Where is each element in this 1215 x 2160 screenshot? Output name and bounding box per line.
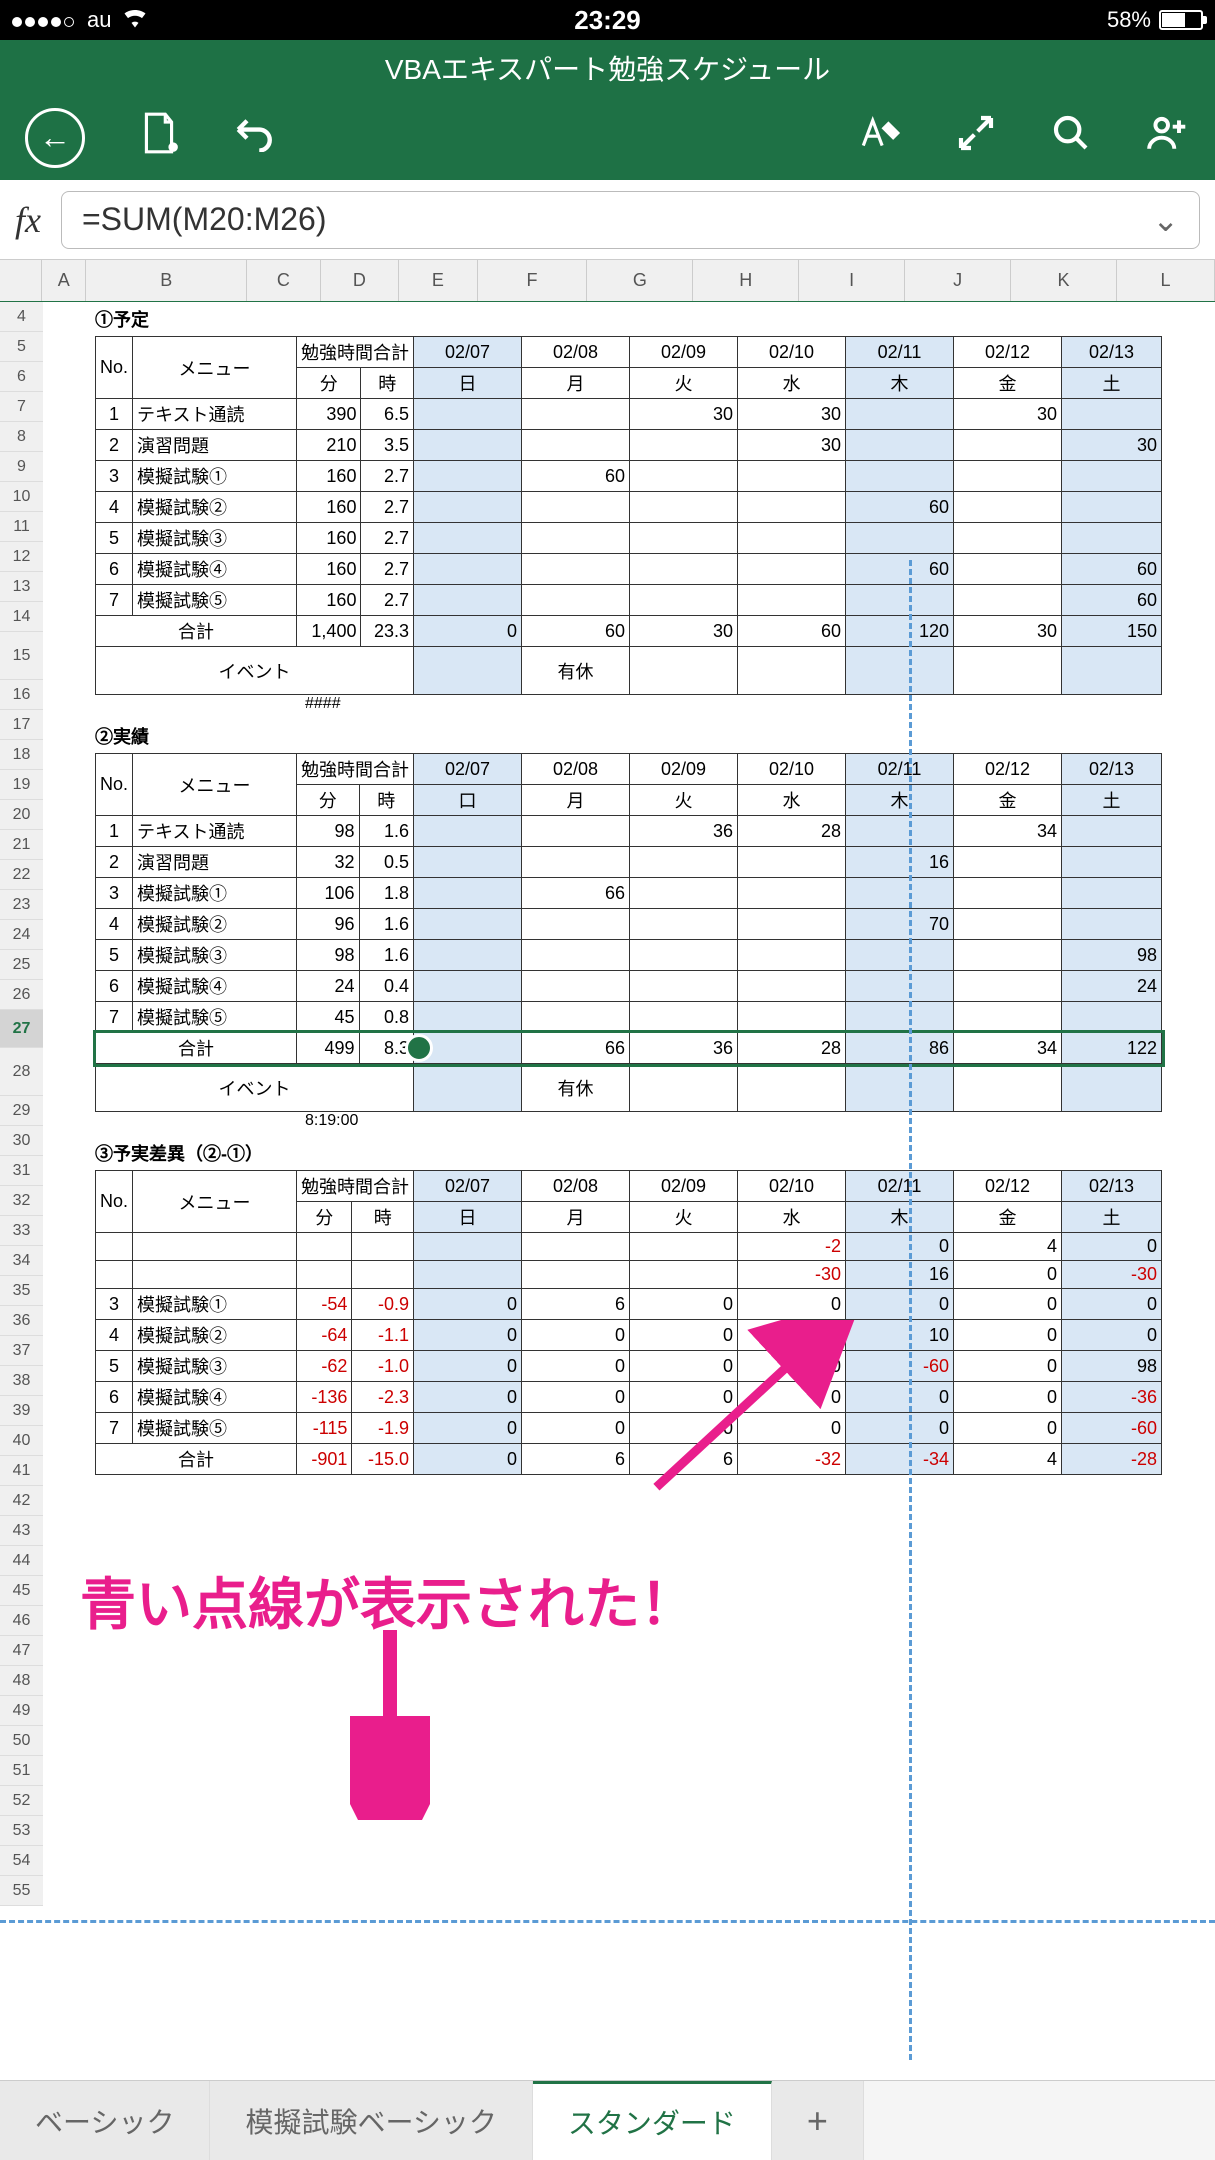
row-header-27[interactable]: 27 — [0, 1010, 43, 1048]
row-header-15[interactable]: 15 — [0, 632, 43, 680]
page-break-horizontal — [0, 1920, 1215, 1923]
row-header-18[interactable]: 18 — [0, 740, 43, 770]
row-header-9[interactable]: 9 — [0, 452, 43, 482]
battery-icon — [1159, 10, 1203, 30]
fx-label: fx — [15, 199, 41, 241]
row-header-12[interactable]: 12 — [0, 542, 43, 572]
row-header-44[interactable]: 44 — [0, 1546, 43, 1576]
status-bar: au 23:29 58% — [0, 0, 1215, 40]
row-header-8[interactable]: 8 — [0, 422, 43, 452]
data-table[interactable]: No.メニュー勉強時間合計02/0702/0802/0902/1002/1102… — [95, 1170, 1162, 1475]
row-header-20[interactable]: 20 — [0, 800, 43, 830]
col-header-K[interactable]: K — [1011, 260, 1117, 301]
col-header-A[interactable]: A — [42, 260, 86, 301]
row-header-11[interactable]: 11 — [0, 512, 43, 542]
row-header-24[interactable]: 24 — [0, 920, 43, 950]
battery-pct-label: 58% — [1107, 7, 1151, 33]
row-header-41[interactable]: 41 — [0, 1456, 43, 1486]
row-header-21[interactable]: 21 — [0, 830, 43, 860]
row-header-46[interactable]: 46 — [0, 1606, 43, 1636]
document-title: VBAエキスパート勉強スケジュール — [0, 40, 1215, 95]
spreadsheet-grid[interactable]: ABCDEFGHIJKL 456789101112131415161718192… — [0, 260, 1215, 2060]
row-header-5[interactable]: 5 — [0, 332, 43, 362]
undo-button[interactable] — [233, 114, 275, 162]
select-all-corner[interactable] — [0, 260, 42, 301]
row-header-16[interactable]: 16 — [0, 680, 43, 710]
row-header-22[interactable]: 22 — [0, 860, 43, 890]
row-header-53[interactable]: 53 — [0, 1816, 43, 1846]
row-header-23[interactable]: 23 — [0, 890, 43, 920]
row-header-6[interactable]: 6 — [0, 362, 43, 392]
row-header-52[interactable]: 52 — [0, 1786, 43, 1816]
row-header-28[interactable]: 28 — [0, 1048, 43, 1096]
col-header-H[interactable]: H — [693, 260, 799, 301]
row-header-36[interactable]: 36 — [0, 1306, 43, 1336]
row-header-42[interactable]: 42 — [0, 1486, 43, 1516]
row-header-13[interactable]: 13 — [0, 572, 43, 602]
row-header-35[interactable]: 35 — [0, 1276, 43, 1306]
add-sheet-button[interactable]: + — [772, 2081, 864, 2160]
wifi-icon — [121, 6, 149, 34]
formula-input[interactable]: =SUM(M20:M26) ⌄ — [61, 191, 1200, 249]
col-header-B[interactable]: B — [86, 260, 247, 301]
data-table[interactable]: No.メニュー勉強時間合計02/0702/0802/0902/1002/1102… — [95, 336, 1162, 695]
sheet-tabs: ベーシック 模擬試験ベーシック スタンダード + — [0, 2080, 1215, 2160]
tab-standard[interactable]: スタンダード — [533, 2081, 772, 2160]
col-header-J[interactable]: J — [905, 260, 1011, 301]
col-header-C[interactable]: C — [247, 260, 321, 301]
row-header-33[interactable]: 33 — [0, 1216, 43, 1246]
row-header-47[interactable]: 47 — [0, 1636, 43, 1666]
col-header-G[interactable]: G — [587, 260, 693, 301]
row-header-37[interactable]: 37 — [0, 1336, 43, 1366]
row-header-49[interactable]: 49 — [0, 1696, 43, 1726]
row-header-43[interactable]: 43 — [0, 1516, 43, 1546]
row-header-17[interactable]: 17 — [0, 710, 43, 740]
row-header-19[interactable]: 19 — [0, 770, 43, 800]
data-table[interactable]: No.メニュー勉強時間合計02/0702/0802/0902/1002/1102… — [95, 753, 1162, 1112]
tab-basic[interactable]: ベーシック — [0, 2081, 210, 2160]
row-header-50[interactable]: 50 — [0, 1726, 43, 1756]
clock-label: 23:29 — [574, 5, 641, 36]
back-button[interactable]: ← — [25, 108, 85, 168]
row-header-38[interactable]: 38 — [0, 1366, 43, 1396]
row-header-51[interactable]: 51 — [0, 1756, 43, 1786]
row-header-7[interactable]: 7 — [0, 392, 43, 422]
section-title: ①予定 — [95, 302, 1162, 336]
row-header-48[interactable]: 48 — [0, 1666, 43, 1696]
row-header-34[interactable]: 34 — [0, 1246, 43, 1276]
row-header-4[interactable]: 4 — [0, 302, 43, 332]
toolbar: ← — [0, 95, 1215, 180]
row-header-31[interactable]: 31 — [0, 1156, 43, 1186]
row-header-10[interactable]: 10 — [0, 482, 43, 512]
annotation-text: 青い点線が表示された！ — [80, 1560, 696, 1641]
file-icon[interactable] — [140, 111, 178, 165]
row-header-39[interactable]: 39 — [0, 1396, 43, 1426]
row-header-30[interactable]: 30 — [0, 1126, 43, 1156]
font-format-icon[interactable] — [857, 113, 901, 163]
annotation-arrow-down — [350, 1620, 430, 1820]
col-header-F[interactable]: F — [478, 260, 588, 301]
carrier-label: au — [87, 7, 111, 33]
col-header-L[interactable]: L — [1117, 260, 1215, 301]
expand-icon[interactable] — [956, 113, 996, 163]
row-header-54[interactable]: 54 — [0, 1846, 43, 1876]
formula-bar: fx =SUM(M20:M26) ⌄ — [0, 180, 1215, 260]
row-header-29[interactable]: 29 — [0, 1096, 43, 1126]
row-header-14[interactable]: 14 — [0, 602, 43, 632]
search-icon[interactable] — [1051, 113, 1091, 163]
share-user-icon[interactable] — [1146, 113, 1190, 163]
row-header-25[interactable]: 25 — [0, 950, 43, 980]
row-header-45[interactable]: 45 — [0, 1576, 43, 1606]
row-header-26[interactable]: 26 — [0, 980, 43, 1010]
row-header-40[interactable]: 40 — [0, 1426, 43, 1456]
signal-dots-icon — [12, 7, 77, 33]
col-header-I[interactable]: I — [799, 260, 905, 301]
formula-text: =SUM(M20:M26) — [82, 201, 327, 238]
col-header-D[interactable]: D — [321, 260, 399, 301]
tab-mock-basic[interactable]: 模擬試験ベーシック — [210, 2081, 532, 2160]
row-header-55[interactable]: 55 — [0, 1876, 43, 1906]
row-header-32[interactable]: 32 — [0, 1186, 43, 1216]
chevron-down-icon[interactable]: ⌄ — [1152, 201, 1179, 239]
col-header-E[interactable]: E — [399, 260, 477, 301]
